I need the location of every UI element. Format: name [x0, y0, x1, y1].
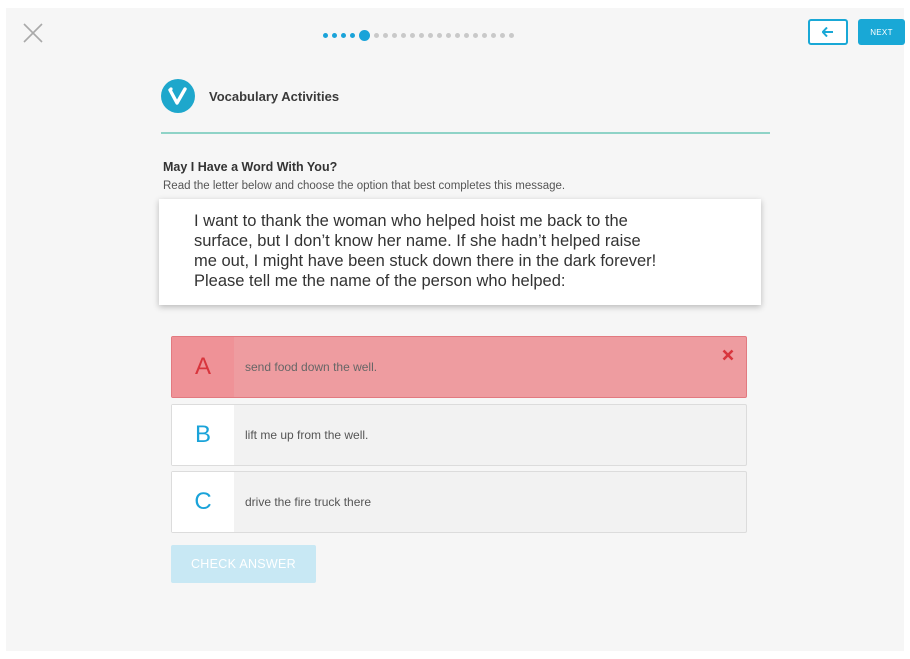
progress-dot: [464, 32, 469, 38]
letter-line: Please tell me the name of the person wh…: [194, 272, 566, 290]
progress-dot: [482, 32, 487, 38]
progress-dot: [341, 32, 346, 38]
letter-line: surface, but I don’t know her name. If s…: [194, 232, 641, 250]
progress-dot-current: [359, 29, 370, 41]
close-x-icon: [23, 23, 43, 43]
progress-dot: [446, 32, 451, 38]
incorrect-x-icon: [722, 349, 734, 361]
check-answer-button[interactable]: CHECK ANSWER: [171, 545, 316, 583]
header-divider: [161, 132, 770, 134]
progress-dot: [392, 32, 397, 38]
question-instruction: Read the letter below and choose the opt…: [163, 180, 566, 192]
option-letter: B: [172, 405, 234, 465]
progress-dot: [419, 32, 424, 38]
progress-dot: [350, 32, 355, 38]
option-c[interactable]: C drive the fire truck there: [171, 471, 747, 533]
letter-line: I want to thank the woman who helped hoi…: [194, 212, 628, 230]
progress-dot: [401, 32, 406, 38]
option-a[interactable]: A send food down the well.: [171, 336, 747, 398]
vocabulary-logo-icon: [161, 79, 195, 113]
option-letter: A: [172, 337, 234, 397]
progress-dot: [323, 32, 328, 38]
option-text: send food down the well.: [245, 360, 378, 374]
close-button[interactable]: [22, 22, 44, 44]
back-button[interactable]: [808, 19, 848, 45]
letter-line: me out, I might have been stuck down the…: [194, 252, 657, 270]
progress-dot: [383, 32, 388, 38]
progress-dot: [455, 32, 460, 38]
progress-dot: [500, 32, 505, 38]
progress-dot: [428, 32, 433, 38]
option-b[interactable]: B lift me up from the well.: [171, 404, 747, 466]
activity-title: Vocabulary Activities: [209, 88, 340, 104]
progress-dot: [491, 32, 496, 38]
progress-dot: [509, 32, 514, 38]
progress-indicator: [323, 29, 518, 41]
question-title: May I Have a Word With You?: [163, 160, 338, 174]
progress-dot: [473, 32, 478, 38]
arrow-left-icon: [822, 27, 833, 37]
progress-dot: [437, 32, 442, 38]
next-button[interactable]: NEXT: [858, 19, 905, 45]
progress-dot: [332, 32, 337, 38]
option-letter: C: [172, 472, 234, 532]
option-text: lift me up from the well.: [245, 428, 369, 442]
letter-text: I want to thank the woman who helped hoi…: [194, 211, 754, 291]
activity-stage: [6, 8, 904, 651]
progress-dot: [410, 32, 415, 38]
progress-dot: [374, 32, 379, 38]
activity-header: Vocabulary Activities: [161, 79, 339, 113]
letter-card: I want to thank the woman who helped hoi…: [159, 199, 761, 305]
option-text: drive the fire truck there: [245, 495, 372, 509]
